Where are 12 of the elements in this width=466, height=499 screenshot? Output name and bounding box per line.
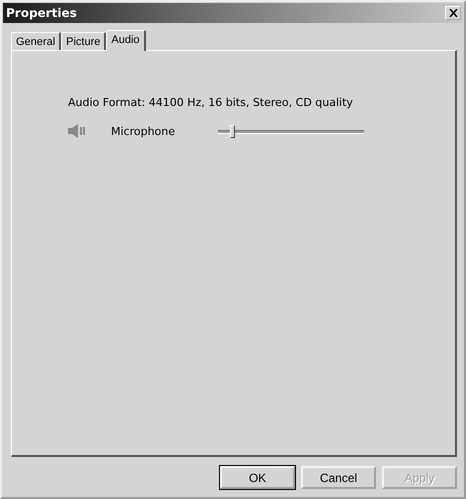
- window-title: Properties: [6, 6, 77, 20]
- dialog-button[interactable]: Cancel: [301, 466, 376, 489]
- channel-label: Microphone: [111, 124, 176, 138]
- audio-format-text: Audio Format: 44100 Hz, 16 bits, Stereo, CD quality: [68, 96, 354, 109]
- slider-thumb[interactable]: [230, 124, 236, 138]
- speaker-icon: [68, 124, 86, 138]
- dialog-button[interactable]: OK: [220, 466, 295, 489]
- close-button[interactable]: [445, 6, 461, 20]
- tab[interactable]: Audio: [106, 30, 146, 51]
- tab[interactable]: General: [11, 32, 62, 50]
- close-icon: [448, 9, 458, 17]
- tab[interactable]: Picture: [61, 32, 106, 50]
